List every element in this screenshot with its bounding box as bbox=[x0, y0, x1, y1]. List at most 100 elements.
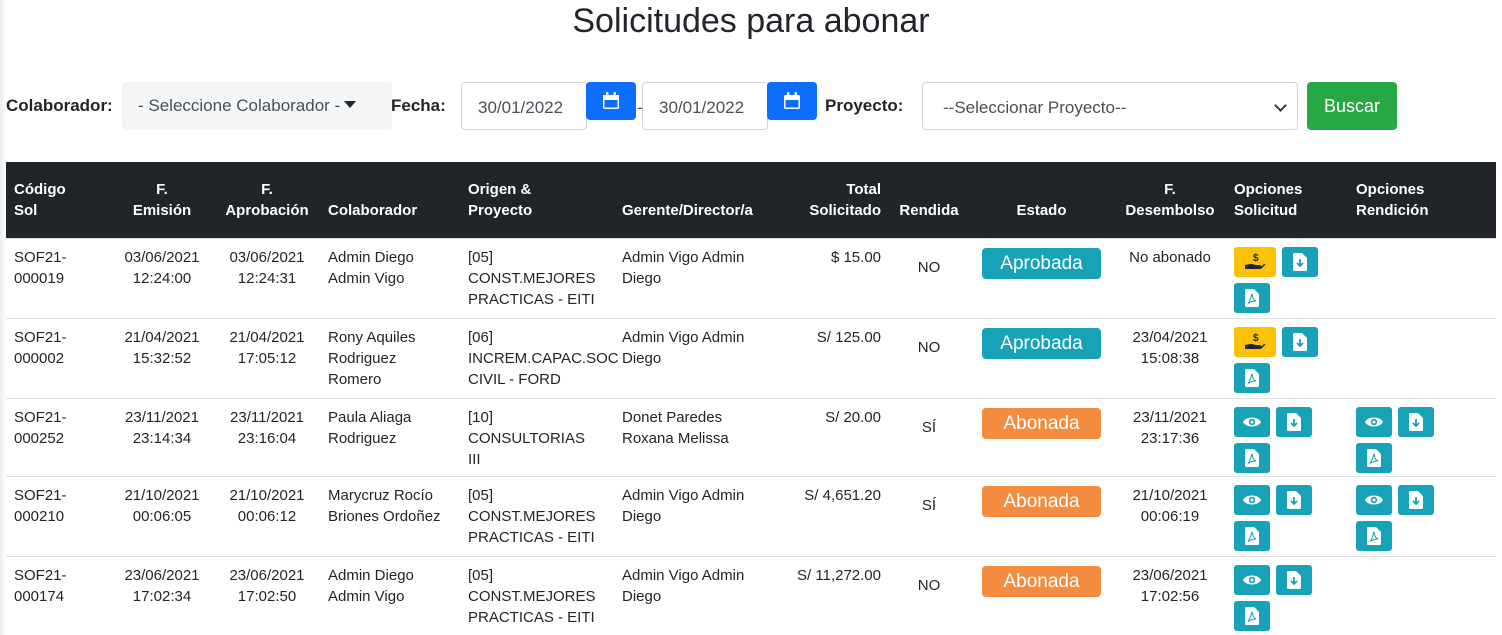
cell-aprobacion-line: 23/06/2021 bbox=[229, 566, 305, 584]
cell-emision: 23/06/2021 17:02:34 bbox=[110, 555, 214, 635]
cell-opciones-solicitud bbox=[1226, 475, 1348, 556]
cell-gerente-line: Admin Vigo Admin bbox=[622, 248, 745, 266]
cell-gerente-line: Diego bbox=[622, 349, 662, 367]
cell-gerente-line: Admin Vigo Admin bbox=[622, 486, 745, 504]
cell-desembolso-line: 15:08:38 bbox=[1140, 349, 1200, 367]
table-row: SOF21- 000252 23/11/2021 23:14:34 23/11/2021… bbox=[6, 397, 1496, 476]
rendicion-download-button[interactable] bbox=[1398, 406, 1434, 437]
status-badge: Aprobada bbox=[982, 247, 1101, 279]
cell-opciones-solicitud-group bbox=[1234, 484, 1328, 551]
rendicion-pdf-button[interactable] bbox=[1356, 442, 1392, 473]
cell-origen-line: [10] CONSULTORIAS bbox=[468, 408, 585, 447]
cell-total: S/ 20.00 bbox=[769, 397, 889, 476]
solicitud-download-button[interactable] bbox=[1282, 326, 1318, 357]
rendicion-pdf-button[interactable] bbox=[1356, 520, 1392, 551]
cell-opciones-solicitud-group bbox=[1234, 564, 1328, 631]
cell-codigo: SOF21- 000174 bbox=[6, 555, 110, 635]
cell-origen-line: CONST.MEJORES bbox=[468, 507, 596, 525]
fecha-hasta-input[interactable]: 30/01/2022 bbox=[642, 82, 768, 130]
cell-emision-line: 12:24:00 bbox=[132, 269, 192, 287]
header-colaborador: Colaborador bbox=[328, 202, 418, 220]
cell-origen: [10] CONSULTORIAS III bbox=[460, 397, 614, 476]
proyecto-select[interactable]: --Seleccionar Proyecto-- bbox=[922, 82, 1298, 130]
header-gerente: Gerente/Director/a bbox=[622, 202, 753, 220]
cell-colaborador-line: Admin Vigo bbox=[328, 269, 405, 287]
solicitud-pdf-button[interactable] bbox=[1234, 600, 1270, 631]
cell-colaborador-line: Romero bbox=[328, 370, 382, 388]
colaborador-label: Colaborador: bbox=[6, 96, 113, 115]
solicitud-pdf-button[interactable] bbox=[1234, 442, 1270, 473]
cell-codigo-line: 000252 bbox=[14, 429, 65, 447]
cell-opciones-solicitud bbox=[1226, 555, 1348, 635]
cell-colaborador-line: Admin Diego bbox=[328, 566, 414, 584]
solicitud-eye-button[interactable] bbox=[1234, 406, 1270, 437]
cell-aprobacion: 21/04/2021 17:05:12 bbox=[214, 317, 320, 398]
calendar-icon bbox=[784, 92, 800, 109]
colaborador-dropdown[interactable]: - Seleccione Colaborador - bbox=[122, 82, 392, 130]
cell-opciones-solicitud-group bbox=[1234, 406, 1328, 473]
cell-colaborador: Rony Aquiles Rodriguez Romero bbox=[320, 317, 460, 398]
cell-estado: Aprobada bbox=[969, 317, 1114, 398]
cell-colaborador: Admin Diego Admin Vigo bbox=[320, 237, 460, 318]
solicitud-pdf-button[interactable] bbox=[1234, 362, 1270, 393]
fecha-desde-input[interactable]: 30/01/2022 bbox=[461, 82, 587, 130]
cell-aprobacion-line: 21/04/2021 bbox=[229, 328, 305, 346]
rendicion-eye-button[interactable] bbox=[1356, 406, 1392, 437]
cell-opciones-rendicion bbox=[1348, 475, 1496, 556]
cell-opciones-solicitud: $ bbox=[1226, 237, 1348, 318]
cell-emision-line: 23/11/2021 bbox=[125, 408, 199, 426]
cell-estado: Aprobada bbox=[969, 237, 1114, 318]
cell-origen-line: III bbox=[468, 450, 481, 468]
pdf-icon bbox=[1245, 606, 1259, 625]
cell-colaborador-line: Admin Vigo bbox=[328, 587, 405, 605]
buscar-button[interactable]: Buscar bbox=[1307, 82, 1397, 130]
table-row: SOF21- 000002 21/04/2021 15:32:52 21/04/2021… bbox=[6, 317, 1496, 398]
cell-emision-line: 15:32:52 bbox=[132, 349, 192, 367]
solicitud-hand-money-button[interactable]: $ bbox=[1234, 326, 1276, 357]
download-icon bbox=[1409, 490, 1423, 509]
solicitud-download-button[interactable] bbox=[1276, 484, 1312, 515]
solicitud-pdf-button[interactable] bbox=[1234, 520, 1270, 551]
page-title: Solicitudes para abonar bbox=[572, 2, 930, 40]
cell-codigo-line: SOF21- bbox=[14, 248, 67, 266]
cell-origen-line: CONST.MEJORES bbox=[468, 269, 596, 287]
solicitud-hand-money-button[interactable]: $ bbox=[1234, 246, 1276, 277]
solicitud-download-button[interactable] bbox=[1282, 246, 1318, 277]
cell-codigo-line: 000210 bbox=[14, 507, 65, 525]
rendicion-eye-button[interactable] bbox=[1356, 484, 1392, 515]
download-icon bbox=[1409, 412, 1423, 431]
status-badge: Abonada bbox=[982, 565, 1101, 597]
cell-rendida: NO bbox=[889, 317, 969, 398]
solicitud-download-button[interactable] bbox=[1276, 406, 1312, 437]
cell-aprobacion: 23/06/2021 17:02:50 bbox=[214, 555, 320, 635]
cell-aprobacion: 03/06/2021 12:24:31 bbox=[214, 237, 320, 318]
cell-estado: Abonada bbox=[969, 397, 1114, 476]
cell-aprobacion: 21/10/2021 00:06:12 bbox=[214, 475, 320, 556]
header-aprobacion: F. Aprobación bbox=[225, 180, 309, 219]
cell-colaborador-line: Rodriguez bbox=[328, 349, 397, 367]
header-origen: Origen & Proyecto bbox=[468, 180, 533, 219]
cell-emision-line: 17:02:34 bbox=[132, 587, 192, 605]
cell-opciones-rendicion bbox=[1348, 555, 1496, 635]
cell-desembolso: 21/10/2021 00:06:19 bbox=[1114, 475, 1226, 556]
cell-estado: Abonada bbox=[969, 555, 1114, 635]
calendar-hasta-button[interactable] bbox=[767, 82, 817, 120]
cell-opciones-solicitud-group: $ bbox=[1234, 326, 1328, 393]
cell-emision-line: 23:14:34 bbox=[132, 429, 192, 447]
rendicion-download-button[interactable] bbox=[1398, 484, 1434, 515]
cell-origen: [05] CONST.MEJORES PRACTICAS - EITI bbox=[460, 237, 614, 318]
calendar-desde-button[interactable] bbox=[586, 82, 636, 120]
proyecto-select-value: --Seleccionar Proyecto-- bbox=[943, 98, 1127, 117]
solicitud-eye-button[interactable] bbox=[1234, 484, 1270, 515]
calendar-icon bbox=[603, 92, 619, 109]
cell-aprobacion-line: 17:02:50 bbox=[237, 587, 297, 605]
solicitud-eye-button[interactable] bbox=[1234, 564, 1270, 595]
solicitud-download-button[interactable] bbox=[1276, 564, 1312, 595]
cell-gerente-line: Roxana Melissa bbox=[622, 429, 729, 447]
solicitud-pdf-button[interactable] bbox=[1234, 282, 1270, 313]
cell-rendida: NO bbox=[889, 237, 969, 318]
cell-opciones-rendicion-group bbox=[1356, 484, 1450, 551]
cell-origen: [06] INCREM.CAPAC.SOC CIVIL - FORD bbox=[460, 317, 619, 398]
pdf-icon bbox=[1245, 288, 1259, 307]
cell-origen: [05] CONST.MEJORES PRACTICAS - EITI bbox=[460, 555, 614, 635]
